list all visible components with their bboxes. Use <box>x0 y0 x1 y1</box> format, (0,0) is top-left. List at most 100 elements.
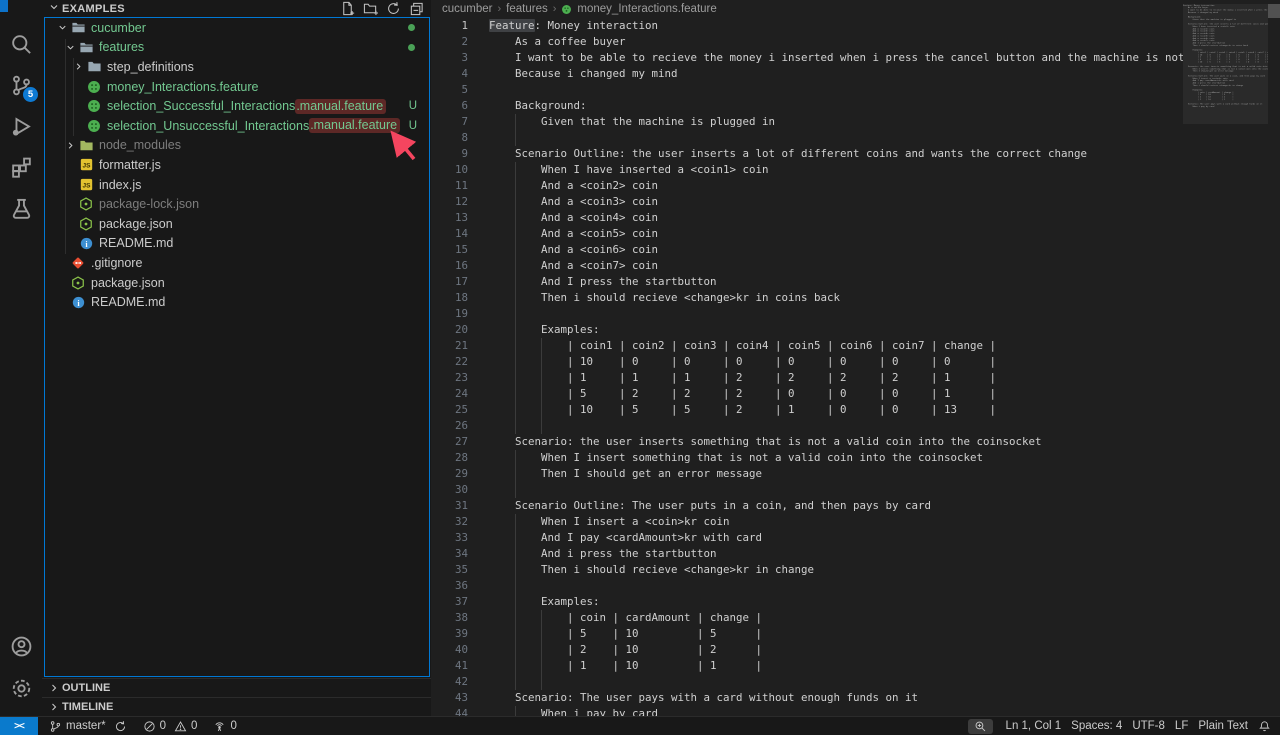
line-number: 17 <box>431 274 489 290</box>
chevron-right-icon[interactable] <box>63 140 78 151</box>
code-line[interactable]: 21 | coin1 | coin2 | coin3 | coin4 | coi… <box>431 338 1183 354</box>
timeline-section-header[interactable]: TIMELINE <box>42 697 431 716</box>
tree-item-index.js[interactable]: JSindex.js <box>45 175 429 195</box>
scrollbar-thumb[interactable] <box>1268 4 1280 18</box>
git-branch-status[interactable]: master* <box>44 717 132 735</box>
code-line[interactable]: 28 When I insert something that is not a… <box>431 450 1183 466</box>
code-line[interactable]: 22 | 10 | 0 | 0 | 0 | 0 | 0 | 0 | 0 | <box>431 354 1183 370</box>
tree-item-formatter.js[interactable]: JSformatter.js <box>45 155 429 175</box>
chevron-down-icon[interactable] <box>55 22 70 33</box>
code-line[interactable]: 44 When i pay by card <box>431 706 1183 716</box>
code-line[interactable]: 5 <box>431 82 1183 98</box>
code-line[interactable]: 3 I want to be able to recieve the money… <box>431 50 1183 66</box>
search-icon[interactable] <box>0 24 42 64</box>
refresh-icon[interactable] <box>384 1 402 17</box>
breadcrumb-file[interactable]: money_Interactions.feature <box>577 3 716 15</box>
tree-item-features[interactable]: features <box>45 38 429 58</box>
settings-icon[interactable] <box>0 668 42 708</box>
code-line[interactable]: 19 <box>431 306 1183 322</box>
ports-status[interactable]: 0 <box>208 717 241 735</box>
code-line[interactable]: 11 And a <coin2> coin <box>431 178 1183 194</box>
cursor-position[interactable]: Ln 1, Col 1 <box>1001 717 1067 735</box>
tree-item-package.json[interactable]: package.json <box>45 214 429 234</box>
zoom-status-button[interactable] <box>968 719 993 734</box>
notifications-bell[interactable] <box>1253 717 1276 735</box>
code-line[interactable]: 39 | 5 | 10 | 5 | <box>431 626 1183 642</box>
tree-item-step_definitions[interactable]: step_definitions <box>45 57 429 77</box>
tree-item-.gitignore[interactable]: .gitignore <box>45 253 429 273</box>
testing-icon[interactable] <box>0 188 42 228</box>
code-line[interactable]: 13 And a <coin4> coin <box>431 210 1183 226</box>
explorer-section-header[interactable]: EXAMPLES <box>42 0 431 17</box>
tree-item-money_Interactions.feature[interactable]: money_Interactions.feature <box>45 77 429 97</box>
code-line[interactable]: 1Feature: Money interaction <box>431 18 1183 34</box>
explorer-sidebar: EXAMPLES cucumberfeaturesstep_definition… <box>42 0 431 716</box>
indentation-status[interactable]: Spaces: 4 <box>1066 717 1127 735</box>
code-line[interactable]: 9 Scenario Outline: the user inserts a l… <box>431 146 1183 162</box>
code-line[interactable]: 35 Then i should recieve <change>kr in c… <box>431 562 1183 578</box>
collapse-all-icon[interactable] <box>407 1 425 17</box>
code-line[interactable]: 43 Scenario: The user pays with a card w… <box>431 690 1183 706</box>
code-line[interactable]: 23 | 1 | 1 | 1 | 2 | 2 | 2 | 2 | 1 | <box>431 370 1183 386</box>
line-content: Then i should recieve <change>kr in coin… <box>489 290 840 306</box>
code-line[interactable]: 15 And a <coin6> coin <box>431 242 1183 258</box>
tree-item-package-lock.json[interactable]: package-lock.json <box>45 194 429 214</box>
tree-item-README.md[interactable]: iREADME.md <box>45 292 429 312</box>
code-line[interactable]: 27 Scenario: the user inserts something … <box>431 434 1183 450</box>
code-line[interactable]: 29 Then I should get an error message <box>431 466 1183 482</box>
code-line[interactable]: 12 And a <coin3> coin <box>431 194 1183 210</box>
code-line[interactable]: 31 Scenario Outline: The user puts in a … <box>431 498 1183 514</box>
code-line[interactable]: 25 | 10 | 5 | 5 | 2 | 1 | 0 | 0 | 13 | <box>431 402 1183 418</box>
run-debug-icon[interactable] <box>0 106 42 146</box>
code-line[interactable]: 8 <box>431 130 1183 146</box>
code-line[interactable]: 7 Given that the machine is plugged in <box>431 114 1183 130</box>
ports-count: 0 <box>230 720 236 732</box>
tree-item-cucumber[interactable]: cucumber <box>45 18 429 38</box>
code-line[interactable]: 18 Then i should recieve <change>kr in c… <box>431 290 1183 306</box>
code-line[interactable]: 38 | coin | cardAmount | change | <box>431 610 1183 626</box>
code-line[interactable]: 42 <box>431 674 1183 690</box>
code-line[interactable]: 30 <box>431 482 1183 498</box>
code-line[interactable]: 10 When I have inserted a <coin1> coin <box>431 162 1183 178</box>
tree-item-package.json[interactable]: package.json <box>45 273 429 293</box>
code-line[interactable]: 20 Examples: <box>431 322 1183 338</box>
code-line[interactable]: 2 As a coffee buyer <box>431 34 1183 50</box>
eol-status[interactable]: LF <box>1170 717 1193 735</box>
code-line[interactable]: 24 | 5 | 2 | 2 | 2 | 0 | 0 | 0 | 1 | <box>431 386 1183 402</box>
new-file-icon[interactable] <box>338 1 356 17</box>
code-line[interactable]: 36 <box>431 578 1183 594</box>
remote-indicator[interactable]: >< <box>0 717 38 735</box>
code-line[interactable]: 33 And I pay <cardAmount>kr with card <box>431 530 1183 546</box>
code-line[interactable]: 16 And a <coin7> coin <box>431 258 1183 274</box>
code-line[interactable]: 34 And i press the startbutton <box>431 546 1183 562</box>
tree-item-selection_Successful_Interactions[interactable]: selection_Successful_Interactions.manual… <box>45 96 429 116</box>
code-line[interactable]: 17 And I press the startbutton <box>431 274 1183 290</box>
minimap-slider[interactable] <box>1183 4 1268 124</box>
code-line[interactable]: 6 Background: <box>431 98 1183 114</box>
minimap[interactable]: Feature: Money interaction As a coffee b… <box>1183 4 1268 124</box>
line-content: Scenario Outline: The user puts in a coi… <box>489 498 931 514</box>
breadcrumb-folder[interactable]: features <box>506 3 548 15</box>
chevron-right-icon[interactable] <box>71 61 86 72</box>
line-content: And a <coin3> coin <box>489 194 658 210</box>
code-line[interactable]: 40 | 2 | 10 | 2 | <box>431 642 1183 658</box>
problems-status[interactable]: 0 0 <box>138 717 203 735</box>
code-line[interactable]: 37 Examples: <box>431 594 1183 610</box>
code-line[interactable]: 41 | 1 | 10 | 1 | <box>431 658 1183 674</box>
code-line[interactable]: 32 When I insert a <coin>kr coin <box>431 514 1183 530</box>
encoding-status[interactable]: UTF-8 <box>1127 717 1170 735</box>
source-control-icon[interactable]: 5 <box>0 65 42 105</box>
chevron-down-icon[interactable] <box>63 42 78 53</box>
code-line[interactable]: 14 And a <coin5> coin <box>431 226 1183 242</box>
tree-item-node_modules[interactable]: node_modules <box>45 136 429 156</box>
language-mode[interactable]: Plain Text <box>1193 717 1253 735</box>
outline-section-header[interactable]: OUTLINE <box>42 678 431 697</box>
code-line[interactable]: 26 <box>431 418 1183 434</box>
breadcrumb-folder[interactable]: cucumber <box>442 3 493 15</box>
tree-item-README.md[interactable]: iREADME.md <box>45 234 429 254</box>
code-line[interactable]: 4 Because i changed my mind <box>431 66 1183 82</box>
tree-item-selection_Unsuccessful_Interactions[interactable]: selection_Unsuccessful_Interactions.manu… <box>45 116 429 136</box>
new-folder-icon[interactable] <box>361 1 379 17</box>
accounts-icon[interactable] <box>0 626 42 666</box>
extensions-icon[interactable] <box>0 147 42 187</box>
